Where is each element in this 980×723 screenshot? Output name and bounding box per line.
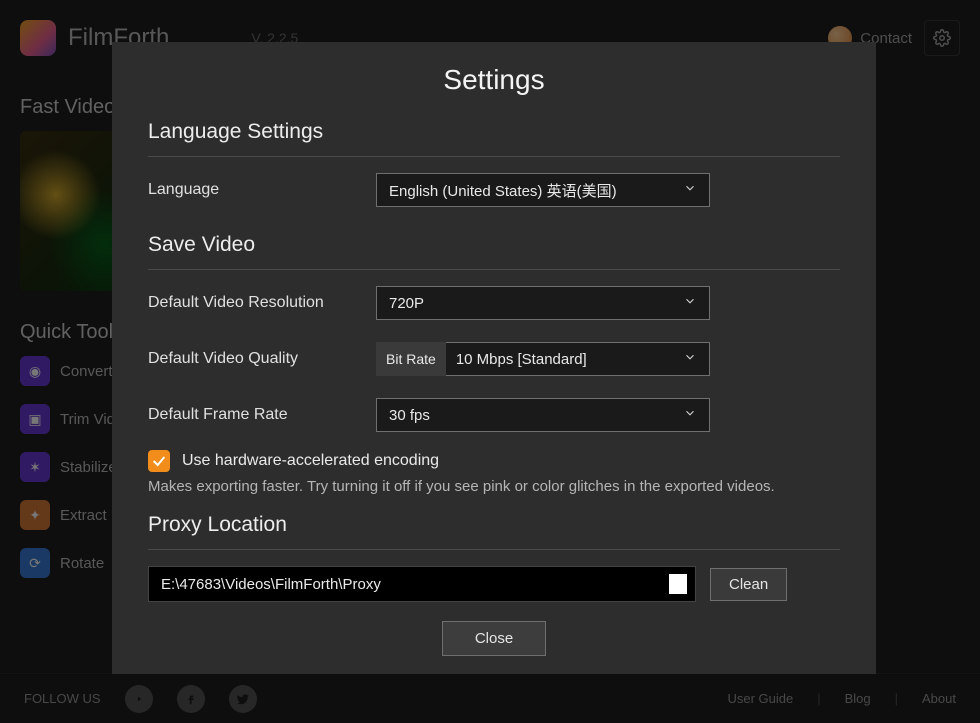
quality-label: Default Video Quality <box>148 350 376 368</box>
hardware-accel-checkbox[interactable] <box>148 450 170 472</box>
proxy-location-heading: Proxy Location <box>148 513 840 537</box>
resolution-select[interactable]: 720P <box>376 286 710 320</box>
divider <box>148 269 840 270</box>
quality-prefix: Bit Rate <box>376 342 446 376</box>
chevron-down-icon <box>683 406 697 424</box>
settings-modal: Settings Language Settings Language Engl… <box>112 42 876 674</box>
close-button[interactable]: Close <box>442 621 546 656</box>
framerate-select[interactable]: 30 fps <box>376 398 710 432</box>
quality-select[interactable]: Bit Rate 10 Mbps [Standard] <box>376 342 710 376</box>
language-label: Language <box>148 181 376 199</box>
save-video-heading: Save Video <box>148 233 840 257</box>
divider <box>148 549 840 550</box>
clean-button[interactable]: Clean <box>710 568 787 601</box>
modal-title: Settings <box>148 64 840 96</box>
language-select[interactable]: English (United States) 英语(美国) <box>376 173 710 207</box>
chevron-down-icon <box>683 294 697 312</box>
divider <box>148 156 840 157</box>
framerate-label: Default Frame Rate <box>148 406 376 424</box>
quality-value: 10 Mbps [Standard] <box>456 351 587 368</box>
proxy-path-value: E:\47683\Videos\FilmForth\Proxy <box>161 576 381 593</box>
chevron-down-icon <box>683 181 697 199</box>
language-settings-heading: Language Settings <box>148 120 840 144</box>
browse-icon[interactable] <box>669 574 687 594</box>
resolution-label: Default Video Resolution <box>148 294 376 312</box>
proxy-path-input[interactable]: E:\47683\Videos\FilmForth\Proxy <box>148 566 696 602</box>
chevron-down-icon <box>683 350 697 368</box>
resolution-value: 720P <box>389 295 424 312</box>
hardware-accel-hint: Makes exporting faster. Try turning it o… <box>148 478 840 495</box>
hardware-accel-label: Use hardware-accelerated encoding <box>182 452 439 470</box>
language-value: English (United States) 英语(美国) <box>389 180 617 201</box>
framerate-value: 30 fps <box>389 407 430 424</box>
